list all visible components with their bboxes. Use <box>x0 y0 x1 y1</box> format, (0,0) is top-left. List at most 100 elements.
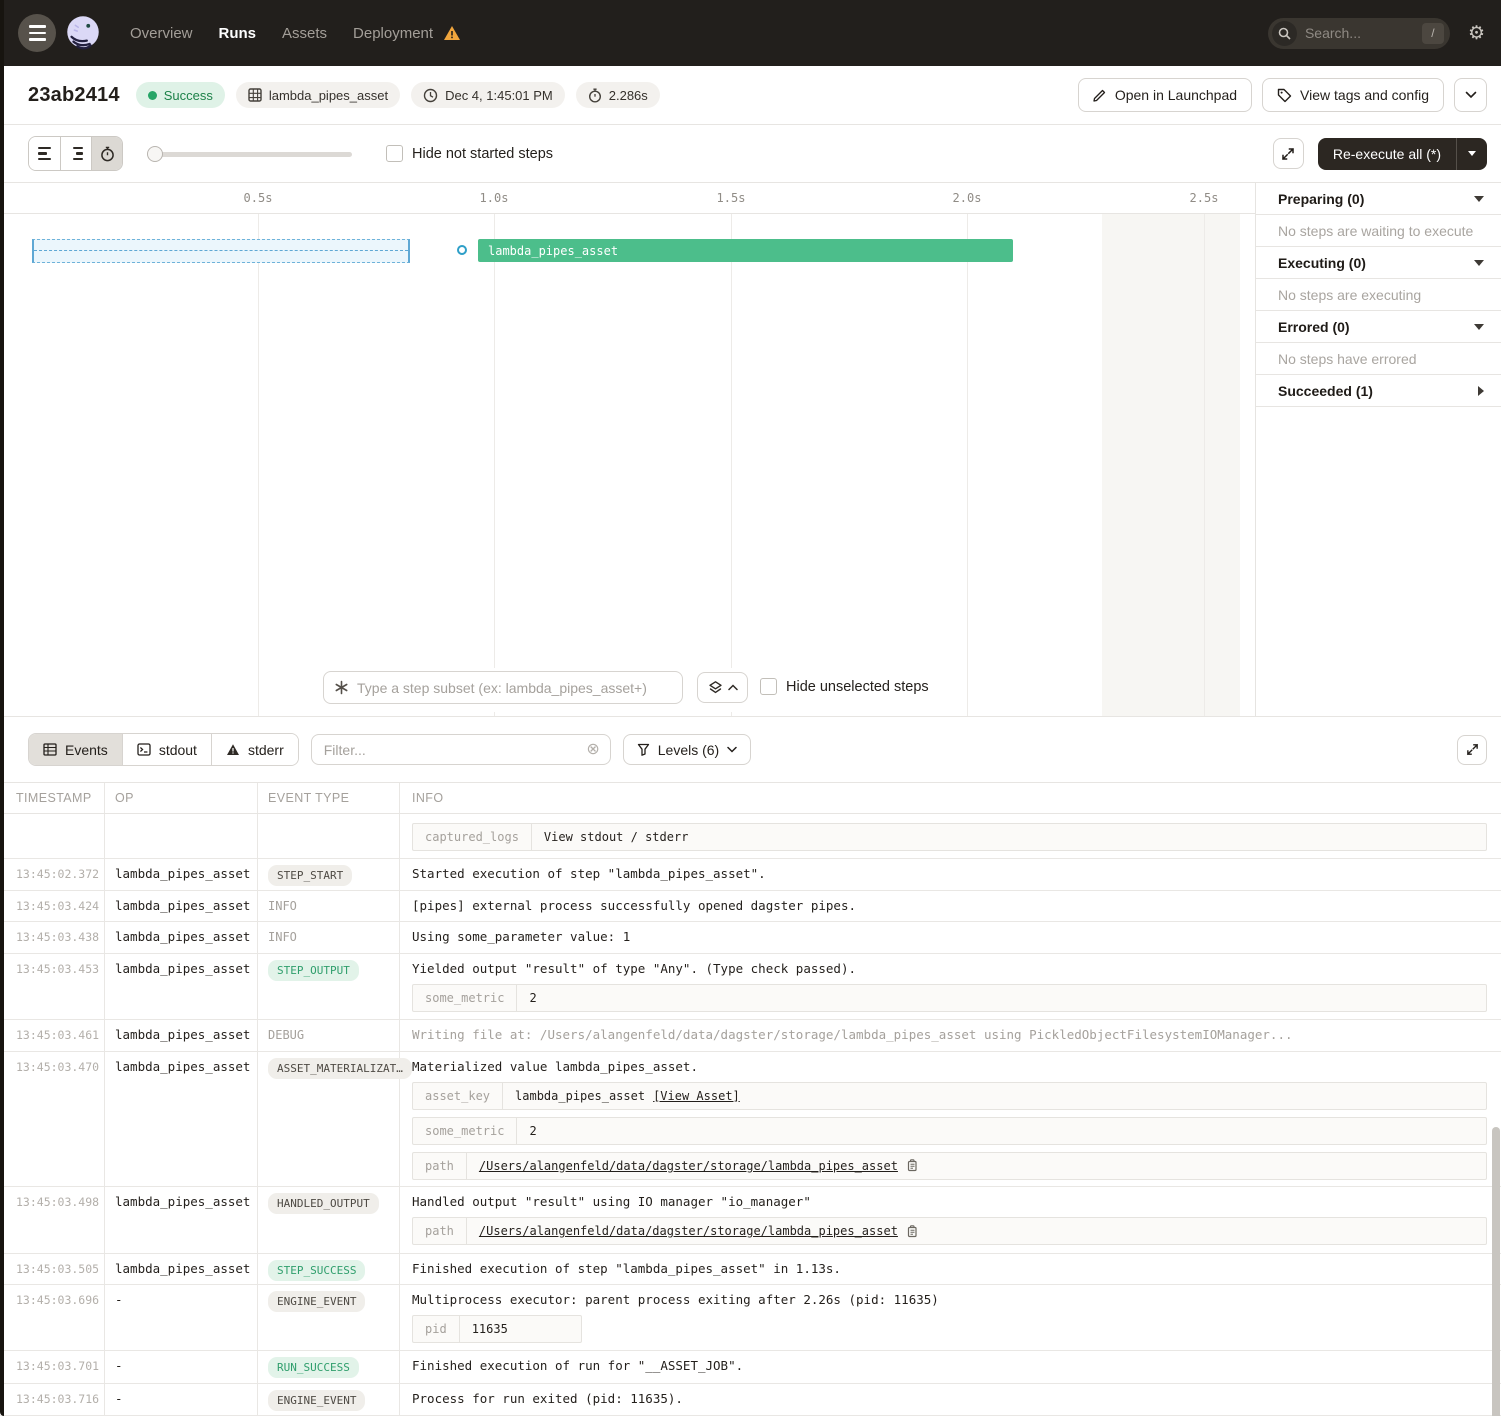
waterfall-view-button[interactable] <box>60 137 91 170</box>
panel-section-succeeded[interactable]: Succeeded (1) <box>1256 375 1501 407</box>
event-type-badge: ENGINE_EVENT <box>268 1390 365 1411</box>
expand-icon <box>1281 147 1295 161</box>
job-grid-icon <box>248 88 262 102</box>
tab-stderr[interactable]: stderr <box>211 734 298 765</box>
view-asset-link[interactable]: [View Asset] <box>653 1088 740 1104</box>
timed-view-button[interactable] <box>91 137 122 170</box>
table-row: 13:45:02.372 lambda_pipes_asset STEP_STA… <box>0 859 1501 891</box>
gantt-chart-area[interactable]: lambda_pipes_asset Hide unselected steps <box>0 214 1255 716</box>
job-tag[interactable]: lambda_pipes_asset <box>236 82 400 108</box>
nav-link-deployment[interactable]: Deployment <box>353 25 433 42</box>
levels-dropdown-button[interactable]: Levels (6) <box>623 734 751 765</box>
event-type-label: INFO <box>268 930 297 944</box>
tab-events[interactable]: Events <box>29 734 122 765</box>
metadata-entry: pid 11635 <box>412 1315 582 1343</box>
col-op: OP <box>105 783 258 813</box>
section-title: Preparing (0) <box>1278 191 1364 207</box>
terminal-icon <box>137 743 151 756</box>
duration: 2.286s <box>609 88 648 103</box>
status-label: Success <box>164 88 213 103</box>
metadata-entry: asset_key lambda_pipes_asset[View Asset] <box>412 1082 1487 1110</box>
tab-events-label: Events <box>65 742 108 758</box>
axis-tick: 1.0s <box>480 191 509 205</box>
log-filter-input[interactable] <box>324 742 587 758</box>
copy-icon[interactable] <box>906 1225 918 1238</box>
event-type-label: INFO <box>268 899 297 913</box>
vertical-scrollbar[interactable] <box>1492 1127 1500 1416</box>
table-row: 13:45:03.716 - ENGINE_EVENT Process for … <box>0 1384 1501 1416</box>
metadata-entry: some_metric 2 <box>412 984 1487 1012</box>
gridline <box>731 214 732 716</box>
event-type-label: DEBUG <box>268 1028 304 1042</box>
expand-icon <box>1466 743 1479 756</box>
event-message: Multiprocess executor: parent process ex… <box>412 1292 1489 1308</box>
clock-icon <box>423 88 438 103</box>
hide-unselected-checkbox[interactable] <box>760 678 777 695</box>
gantt-toolbar: Hide not started steps Re-execute all (*… <box>0 125 1501 183</box>
nav-link-runs[interactable]: Runs <box>219 25 257 42</box>
table-row: 13:45:03.438 lambda_pipes_asset INFO Usi… <box>0 922 1501 954</box>
deployment-warning-icon <box>443 25 461 41</box>
metadata-entry: captured_logs View stdout / stderr <box>412 823 1487 851</box>
events-table: TIMESTAMP OP EVENT TYPE INFO captured_lo… <box>0 782 1501 1416</box>
panel-section-executing[interactable]: Executing (0) <box>1256 247 1501 279</box>
after-run-end-zone <box>1102 214 1240 716</box>
path-link[interactable]: /Users/alangenfeld/data/dagster/storage/… <box>479 1158 898 1174</box>
clear-filter-icon[interactable]: ⊗ <box>586 742 599 758</box>
hide-not-started-checkbox[interactable] <box>386 145 403 162</box>
path-link[interactable]: /Users/alangenfeld/data/dagster/storage/… <box>479 1223 898 1239</box>
gantt-fullscreen-button[interactable] <box>1273 138 1304 169</box>
duration-tag: 2.286s <box>576 82 660 108</box>
gridline <box>258 214 259 716</box>
open-in-launchpad-button[interactable]: Open in Launchpad <box>1078 78 1252 112</box>
panel-section-preparing[interactable]: Preparing (0) <box>1256 183 1501 215</box>
materialization-dot-marker[interactable] <box>457 245 467 255</box>
table-row: captured_logs View stdout / stderr <box>0 814 1501 859</box>
event-type-badge: HANDLED_OUTPUT <box>268 1193 379 1214</box>
step-subset-input[interactable] <box>357 680 672 696</box>
settings-gear-icon[interactable]: ⚙ <box>1468 24 1485 43</box>
zoom-slider[interactable] <box>147 146 352 162</box>
view-stdout-stderr-link[interactable]: View stdout / stderr <box>544 829 689 845</box>
panel-empty-row: No steps are executing <box>1256 279 1501 311</box>
flat-view-button[interactable] <box>29 137 60 170</box>
search-input[interactable]: Search... / <box>1268 18 1450 49</box>
timer-icon <box>100 146 115 162</box>
table-row: 13:45:03.505 lambda_pipes_asset STEP_SUC… <box>0 1254 1501 1286</box>
axis-tick: 0.5s <box>244 191 273 205</box>
log-tabs: Events stdout stderr <box>28 733 299 766</box>
copy-icon[interactable] <box>906 1159 918 1172</box>
dagster-logo-icon[interactable] <box>62 12 104 54</box>
tab-stdout-label: stdout <box>159 742 197 758</box>
graph-query-toggle-button[interactable] <box>697 672 748 703</box>
status-badge: Success <box>136 82 225 108</box>
nav-link-overview[interactable]: Overview <box>130 25 193 42</box>
gridline <box>967 214 968 716</box>
section-empty-text: No steps have errored <box>1278 351 1417 367</box>
metadata-key: some_metric <box>413 985 517 1011</box>
axis-tick: 1.5s <box>717 191 746 205</box>
reexecute-all-button[interactable]: Re-execute all (*) <box>1318 138 1456 170</box>
run-actions-chevron-button[interactable] <box>1454 78 1487 112</box>
axis-tick: 2.5s <box>1190 191 1219 205</box>
tab-stdout[interactable]: stdout <box>122 734 211 765</box>
hamburger-menu-button[interactable] <box>18 14 56 52</box>
nav-link-assets[interactable]: Assets <box>282 25 327 42</box>
reexecute-split-button: Re-execute all (*) <box>1318 138 1487 170</box>
metadata-key: asset_key <box>413 1083 503 1109</box>
reexecute-dropdown-button[interactable] <box>1456 138 1487 170</box>
warning-triangle-icon <box>226 743 240 756</box>
step-bar-lambda-pipes-asset[interactable]: lambda_pipes_asset <box>478 239 1013 262</box>
logs-fullscreen-button[interactable] <box>1457 735 1487 765</box>
event-type-badge: STEP_START <box>268 865 352 886</box>
zoom-slider-track[interactable] <box>147 152 352 157</box>
flat-list-icon <box>38 147 51 161</box>
table-row: 13:45:03.696 - ENGINE_EVENT Multiprocess… <box>0 1285 1501 1351</box>
section-empty-text: No steps are waiting to execute <box>1278 223 1473 239</box>
zoom-slider-thumb[interactable] <box>147 146 163 162</box>
hide-unselected-label: Hide unselected steps <box>786 679 929 695</box>
view-tags-config-button[interactable]: View tags and config <box>1262 78 1444 112</box>
table-row: 13:45:03.424 lambda_pipes_asset INFO [pi… <box>0 891 1501 923</box>
panel-empty-row: No steps have errored <box>1256 343 1501 375</box>
panel-section-errored[interactable]: Errored (0) <box>1256 311 1501 343</box>
